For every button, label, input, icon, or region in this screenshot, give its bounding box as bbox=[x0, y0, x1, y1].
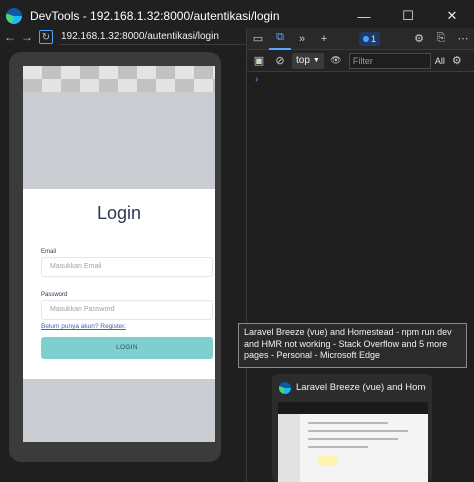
taskbar-tooltip: Laravel Breeze (vue) and Homestead - npm… bbox=[238, 323, 467, 368]
thumbnail-line bbox=[308, 438, 398, 440]
context-select[interactable]: top ▼ bbox=[292, 52, 324, 69]
thumbnail-image bbox=[278, 414, 428, 482]
issue-icon bbox=[363, 35, 369, 42]
thumbnail-sidebar bbox=[278, 414, 300, 482]
chevron-down-icon: ▼ bbox=[312, 56, 320, 64]
settings-icon[interactable]: ⚙ bbox=[408, 28, 430, 50]
password-label: Password bbox=[41, 292, 68, 298]
eye-icon[interactable]: 👁 bbox=[327, 52, 345, 70]
thumbnail-title: Laravel Breeze (vue) and Homem... bbox=[296, 382, 426, 393]
device-frame: Login Email Masukkan Email Password Masu… bbox=[9, 52, 221, 462]
thumbnail-toolbar bbox=[278, 402, 428, 414]
login-button[interactable]: LOGIN bbox=[41, 337, 213, 359]
header-image-row bbox=[23, 79, 215, 92]
address-bar: ← → ↻ 192.168.1.32:8000/autentikasi/logi… bbox=[0, 28, 248, 46]
issues-badge[interactable]: 1 bbox=[359, 31, 381, 46]
device-screen: Login Email Masukkan Email Password Masu… bbox=[23, 66, 215, 442]
console-toolbar: ▣ ⊘ top ▼ 👁 Filter All ⚙ bbox=[247, 50, 474, 72]
tab-device-icon[interactable]: ▭ bbox=[247, 28, 269, 50]
log-levels-select[interactable]: All bbox=[435, 56, 445, 66]
password-field[interactable]: Masukkan Password bbox=[41, 300, 213, 320]
tab-elements-icon[interactable]: ⧉ bbox=[269, 28, 291, 50]
window-title: DevTools - 192.168.1.32:8000/autentikasi… bbox=[30, 9, 280, 23]
forward-button[interactable]: → bbox=[20, 30, 34, 44]
taskbar-thumbnail[interactable]: Laravel Breeze (vue) and Homem... bbox=[272, 374, 432, 482]
sidebar-icon[interactable]: ▣ bbox=[250, 52, 268, 70]
login-heading: Login bbox=[96, 203, 142, 223]
context-value: top bbox=[296, 54, 310, 66]
add-tab-icon[interactable]: + bbox=[313, 28, 335, 50]
thumbnail-line bbox=[308, 446, 368, 448]
connect-icon[interactable]: ⎘ bbox=[430, 28, 452, 50]
email-label: Email bbox=[41, 249, 57, 255]
edge-icon bbox=[6, 8, 22, 24]
device-viewport: Login Email Masukkan Email Password Masu… bbox=[0, 46, 246, 482]
back-button[interactable]: ← bbox=[3, 30, 17, 44]
more-icon[interactable]: ⋯ bbox=[452, 28, 474, 50]
thumbnail-line bbox=[308, 430, 408, 432]
console-settings-icon[interactable]: ⚙ bbox=[448, 52, 466, 70]
issues-count: 1 bbox=[371, 33, 377, 44]
reload-button[interactable]: ↻ bbox=[39, 30, 53, 44]
register-link[interactable]: Belum punya akun? Register. bbox=[41, 323, 126, 330]
email-field[interactable]: Masukkan Email bbox=[41, 257, 213, 277]
more-tabs-icon[interactable]: » bbox=[291, 28, 313, 50]
thumbnail-line bbox=[308, 422, 388, 424]
url-field[interactable]: 192.168.1.32:8000/autentikasi/login bbox=[59, 29, 248, 45]
clear-console-icon[interactable]: ⊘ bbox=[271, 52, 289, 70]
filter-input[interactable]: Filter bbox=[348, 52, 431, 69]
console-prompt: › bbox=[255, 74, 259, 85]
devtools-tabs: ▭ ⧉ » + 1 ⚙ ⎘ ⋯ bbox=[247, 28, 474, 50]
devtools-actions: ⚙ ⎘ ⋯ bbox=[408, 28, 474, 50]
edge-icon bbox=[279, 382, 291, 394]
thumbnail-highlight bbox=[318, 456, 338, 466]
login-card: Login Email Masukkan Email Password Masu… bbox=[23, 189, 215, 379]
